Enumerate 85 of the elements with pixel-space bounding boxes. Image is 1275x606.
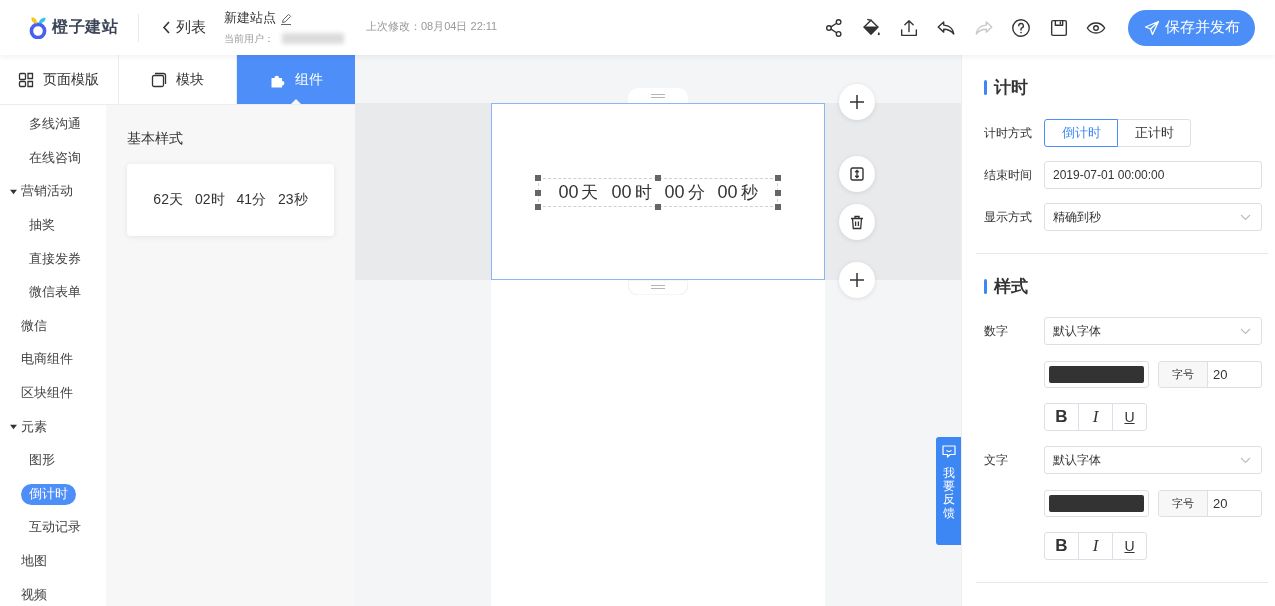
nav-subitem[interactable]: 在线咨询	[21, 147, 89, 169]
countdown-unit: 00 秒	[717, 181, 758, 204]
field-label: 计时方式	[984, 124, 1033, 142]
caret-icon[interactable]	[10, 424, 17, 431]
end-time-field[interactable]: 2019-07-01 00:00:00	[1044, 161, 1262, 189]
caret-icon[interactable]	[10, 189, 17, 195]
page-section[interactable]: 00 天 00 时 00 分 00 秒	[491, 103, 825, 280]
resize-handle-icon[interactable]	[775, 204, 781, 210]
display-select[interactable]: 精确到秒	[1044, 203, 1262, 231]
resize-handle-icon[interactable]	[535, 189, 541, 196]
countdown-unit: 00 分	[664, 181, 705, 204]
layout-icon	[18, 71, 35, 88]
resize-handle-icon[interactable]	[535, 204, 541, 210]
mode-option[interactable]: 正计时	[1117, 119, 1191, 147]
countdown-unit: 62天	[153, 191, 183, 209]
nav-category[interactable]: 元素	[21, 416, 47, 438]
height-button[interactable]	[839, 156, 875, 192]
grip-icon[interactable]	[628, 280, 688, 295]
nav-subitem[interactable]: 互动记录	[21, 517, 89, 539]
chevron-down-icon	[1240, 213, 1251, 221]
chevron-down-icon	[1240, 327, 1251, 335]
resize-handle-icon[interactable]	[535, 175, 541, 181]
nav-item[interactable]: 地图	[21, 551, 47, 572]
nav-item[interactable]: 视频	[21, 584, 47, 606]
resize-handle-icon[interactable]	[655, 175, 661, 181]
feedback-button[interactable]: 我要反馈	[936, 437, 961, 545]
accent-bar	[984, 79, 987, 95]
countdown-unit: 02时	[194, 191, 225, 209]
nav-category[interactable]: 营销活动	[21, 181, 73, 203]
grip-icon[interactable]	[628, 88, 688, 103]
underline-button[interactable]: U	[1112, 532, 1147, 560]
stacked-squares-icon	[151, 71, 167, 88]
font-select[interactable]: 默认字体	[1044, 446, 1262, 474]
mode-option[interactable]: 倒计时	[1044, 119, 1118, 147]
paper-plane-icon	[1143, 19, 1160, 36]
resize-handle-icon[interactable]	[655, 204, 661, 210]
chevron-down-icon	[1240, 456, 1251, 464]
expand-vertical-icon	[850, 167, 864, 181]
add-button[interactable]	[839, 262, 875, 298]
bold-button[interactable]: B	[1044, 403, 1079, 431]
field-label: 结束时间	[984, 166, 1033, 184]
color-picker[interactable]	[1044, 361, 1149, 388]
help-icon[interactable]	[1010, 16, 1032, 39]
countdown-unit: 00 时	[611, 181, 652, 204]
section-title: 样式	[994, 275, 1028, 298]
countdown-preset-card[interactable]: 62天 02时 41分 23秒	[127, 164, 334, 236]
pencil-icon[interactable]	[280, 12, 292, 25]
nav-subitem[interactable]: 直接发券	[21, 248, 89, 270]
italic-button[interactable]: I	[1078, 403, 1113, 431]
trash-icon	[850, 214, 864, 230]
plus-icon	[850, 95, 864, 109]
italic-button[interactable]: I	[1078, 532, 1113, 560]
logo-text: 橙子建站	[52, 17, 118, 37]
bold-button[interactable]: B	[1044, 532, 1079, 560]
countdown-unit: 23秒	[278, 191, 308, 209]
field-label: 显示方式	[984, 208, 1033, 226]
add-button[interactable]	[839, 84, 875, 120]
resize-handle-icon[interactable]	[775, 175, 781, 181]
last-modified-text: 上次修改：08月04日 22:11	[366, 18, 498, 34]
site-title: 新建站点	[224, 10, 276, 27]
nav-item[interactable]: 区块组件	[21, 383, 73, 405]
font-select[interactable]: 默认字体	[1044, 317, 1262, 345]
chat-icon	[941, 445, 956, 458]
logo-icon	[27, 16, 49, 39]
accent-bar	[984, 278, 987, 294]
underline-button[interactable]: U	[1112, 403, 1147, 431]
field-label: 文字	[984, 451, 1009, 469]
delete-button[interactable]	[839, 204, 875, 240]
field-label: 数字	[984, 322, 1009, 340]
section-title: 计时	[994, 76, 1028, 99]
countdown-unit: 00 天	[558, 181, 599, 204]
nav-subitem[interactable]: 图形	[21, 450, 63, 472]
user-label: 当前用户：	[224, 31, 274, 46]
nav-item[interactable]: 微信	[21, 315, 47, 337]
color-picker[interactable]	[1044, 490, 1149, 517]
nav-subitem[interactable]: 微信表单	[21, 282, 89, 304]
nav-item[interactable]: 电商组件	[21, 349, 73, 371]
nav-subitem[interactable]: 抽奖	[21, 215, 63, 237]
chevron-left-icon	[162, 21, 170, 34]
countdown-unit: 41分	[236, 191, 267, 209]
resize-handle-icon[interactable]	[775, 189, 781, 196]
plus-icon	[850, 273, 864, 287]
nav-subitem[interactable]: 多线沟通	[21, 114, 89, 136]
back-button[interactable]: 列表	[160, 15, 208, 40]
group-title: 基本样式	[127, 129, 184, 148]
